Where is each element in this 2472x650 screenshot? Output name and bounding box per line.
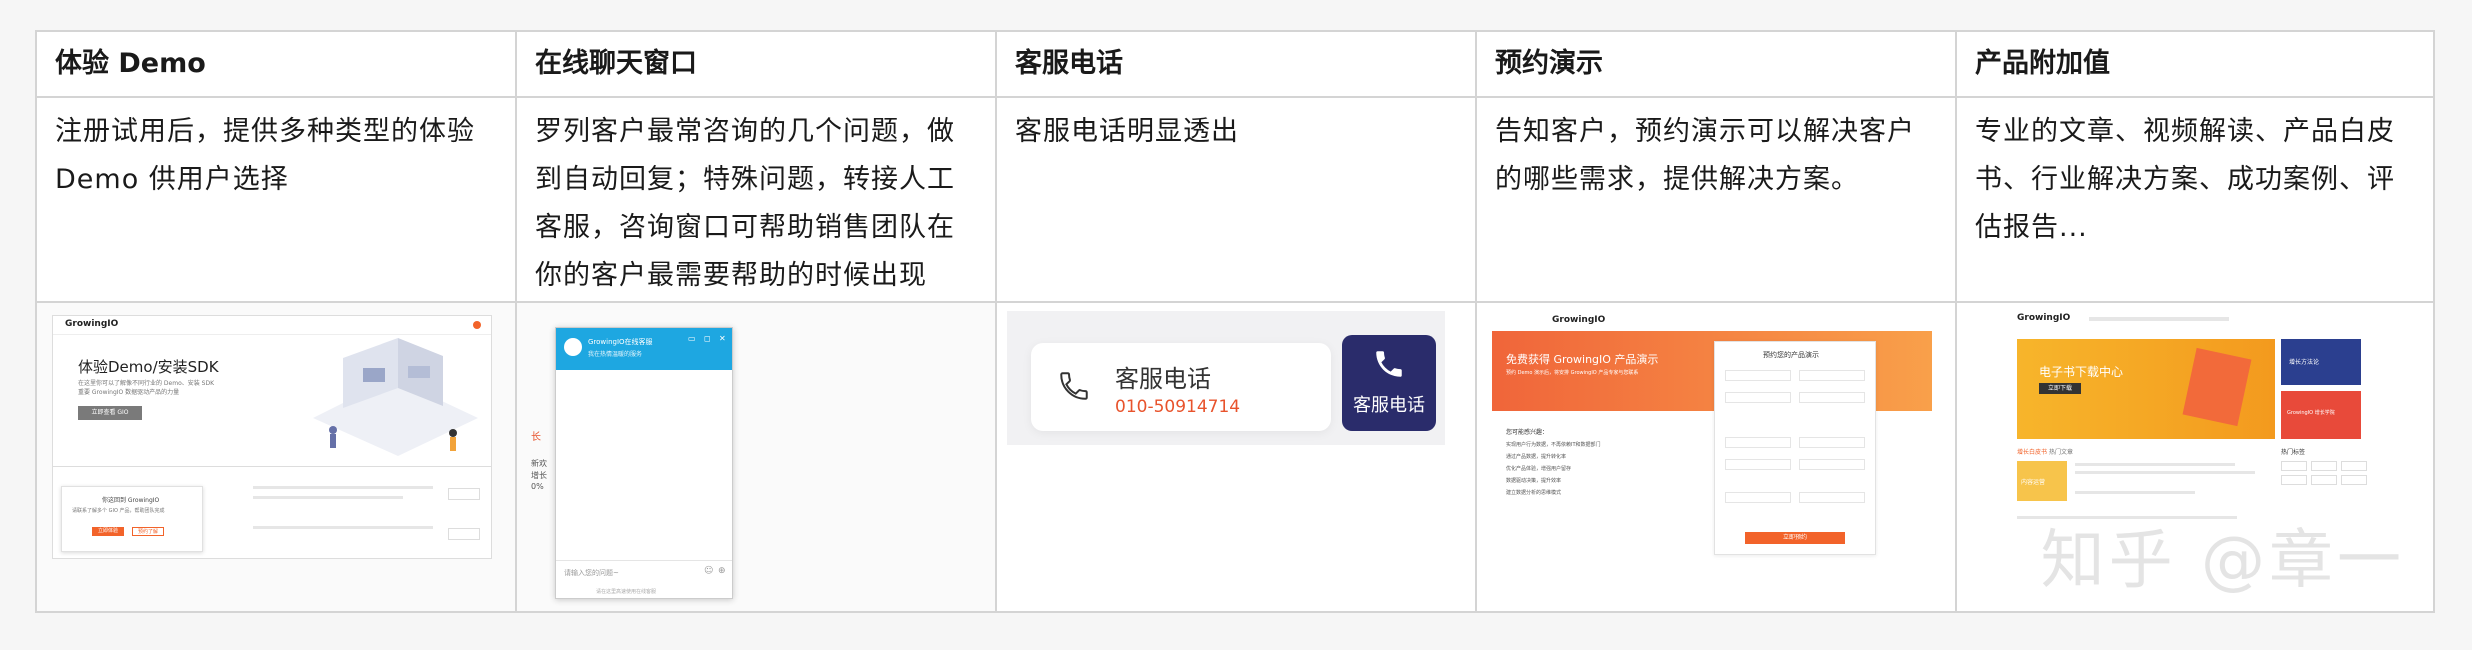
popup-text: 请联系了解多个 GIO 产品，帮助团队完成: [72, 508, 165, 514]
emoji-icon[interactable]: ☺: [704, 566, 713, 576]
screenshot-hotline: 客服电话 010-50914714 客服电话: [997, 303, 1477, 611]
resource-page-mock: GrowingIO 电子书下载中心 立即下载 增长方法论 GrowingIO 增…: [1969, 311, 2419, 541]
desc-hotline: 客服电话明显透出: [997, 98, 1477, 303]
hotline-number: 010-50914714: [1115, 397, 1241, 417]
chat-expand-icon[interactable]: ◻: [704, 334, 711, 343]
ebook-download-button[interactable]: 立即下载: [2039, 383, 2081, 394]
desc-demo: 注册试用后，提供多种类型的体验 Demo 供用户选择: [37, 98, 517, 303]
interest-item: 建立数据分析的思维模式: [1506, 490, 1562, 496]
tag-chip[interactable]: [2311, 461, 2337, 471]
tag-chip[interactable]: [2281, 475, 2307, 485]
popup-title: 你这回到 GrowingIO: [102, 497, 160, 504]
side-text-1: 新欢: [531, 459, 547, 468]
chat-close-icon[interactable]: ✕: [719, 334, 726, 343]
tab-hot-articles[interactable]: 热门文章: [2049, 447, 2073, 456]
form-field[interactable]: [1725, 492, 1791, 503]
ebook-banner-title: 电子书下载中心: [2039, 365, 2124, 379]
user-avatar-icon: [473, 321, 481, 329]
zhihu-watermark: 知乎 @章一: [2040, 524, 2405, 598]
form-field[interactable]: [1799, 492, 1865, 503]
form-field[interactable]: [1725, 370, 1791, 381]
chat-minimize-icon[interactable]: ▭: [688, 334, 696, 343]
chat-window: GrowingIO在线客服 我在热情温暖的服务 ▭ ◻ ✕ 请输入您的问题~ ☺…: [555, 327, 733, 599]
form-submit-button[interactable]: 立即预约: [1745, 532, 1845, 544]
screenshot-value-add: GrowingIO 电子书下载中心 立即下载 增长方法论 GrowingIO 增…: [1957, 303, 2433, 611]
hotline-card[interactable]: 客服电话 010-50914714: [1031, 343, 1331, 431]
attach-icon[interactable]: ⊕: [718, 566, 726, 576]
form-field[interactable]: [1799, 459, 1865, 470]
agent-avatar: [564, 338, 582, 356]
demo-heading: 体验Demo/安装SDK: [78, 358, 219, 376]
side-text-2: 增长: [531, 471, 547, 480]
side-char: 长: [531, 432, 541, 443]
article-thumb-label: 内容运营: [2021, 479, 2046, 486]
side-banner-2-text: GrowingIO 增长学院: [2287, 410, 2335, 416]
demo-popup: 你这回到 GrowingIO 请联系了解多个 GIO 产品，帮助团队完成 立即体…: [61, 486, 203, 552]
tag-chip[interactable]: [2281, 461, 2307, 471]
interest-item: 实现用户行为数据，不再依赖IT和数据部门: [1506, 442, 1601, 448]
comparison-table: 体验 Demo 在线聊天窗口 客服电话 预约演示 产品附加值 注册试用后，提供多…: [35, 30, 2435, 613]
demo-page-mock: GrowingIO 体验Demo/安装SDK 在这里你可以了解像不同行业的 De…: [52, 315, 492, 559]
header-hotline: 客服电话: [997, 32, 1477, 98]
screenshot-live-chat: 长 新欢 增长 0% GrowingIO在线客服 我在热情温暖的服务 ▭ ◻ ✕…: [517, 303, 997, 611]
phone-solid-icon: [1376, 351, 1402, 377]
booking-banner-title: 免费获得 GrowingIO 产品演示: [1506, 353, 1659, 366]
form-field[interactable]: [1725, 392, 1791, 403]
resource-logo: GrowingIO: [2017, 313, 2071, 323]
booking-logo: GrowingIO: [1552, 315, 1606, 325]
header-booking: 预约演示: [1477, 32, 1957, 98]
form-field[interactable]: [1799, 437, 1865, 448]
desc-booking: 告知客户，预约演示可以解决客户的哪些需求，提供解决方案。: [1477, 98, 1957, 303]
popup-book-button[interactable]: 预约了解: [132, 527, 164, 536]
hotline-label: 客服电话: [1115, 365, 1211, 393]
demo-sub-2: 重要 GrowingIO 数据驱动产品的力量: [78, 389, 180, 396]
form-title: 预约您的产品演示: [1763, 351, 1819, 359]
hotline-badge-label: 客服电话: [1353, 395, 1425, 416]
booking-banner-sub: 预约 Demo 演示后，将安排 GrowingIO 产品专家与您联系: [1506, 370, 1639, 376]
demo-logo: GrowingIO: [65, 319, 119, 329]
form-field[interactable]: [1725, 459, 1791, 470]
phone-icon: [1060, 372, 1088, 400]
header-live-chat: 在线聊天窗口: [517, 32, 997, 98]
booking-page-mock: GrowingIO 免费获得 GrowingIO 产品演示 预约 Demo 演示…: [1492, 313, 1942, 561]
screenshot-demo: GrowingIO 体验Demo/安装SDK 在这里你可以了解像不同行业的 De…: [37, 303, 517, 611]
tag-chip[interactable]: [2341, 461, 2367, 471]
chat-footer: 请在这里高速使用在线客服: [596, 589, 657, 595]
header-demo: 体验 Demo: [37, 32, 517, 98]
header-value-add: 产品附加值: [1957, 32, 2433, 98]
booking-form: 预约您的产品演示 立即预约: [1714, 341, 1876, 555]
form-field[interactable]: [1725, 437, 1791, 448]
hotline-badge[interactable]: 客服电话: [1342, 335, 1436, 431]
side-banner-1-text: 增长方法论: [2289, 359, 2320, 366]
chat-title: GrowingIO在线客服: [588, 338, 653, 346]
demo-cta-button[interactable]: 立即查看 GIO: [78, 406, 142, 420]
form-field[interactable]: [1799, 392, 1865, 403]
form-field[interactable]: [1799, 370, 1865, 381]
popup-try-button[interactable]: 立即体验: [92, 527, 124, 536]
hot-tags-title: 热门标签: [2281, 449, 2306, 456]
chat-input[interactable]: 请输入您的问题~: [564, 568, 619, 578]
chat-subtitle: 我在热情温暖的服务: [588, 351, 643, 358]
screenshot-booking: GrowingIO 免费获得 GrowingIO 产品演示 预约 Demo 演示…: [1477, 303, 1957, 611]
demo-sub-1: 在这里你可以了解像不同行业的 Demo、安装 SDK: [78, 380, 215, 387]
interest-item: 数据驱动决策，提升效率: [1506, 478, 1562, 484]
interest-item: 通过产品数据，提升转化率: [1506, 454, 1567, 460]
desc-live-chat: 罗列客户最常咨询的几个问题，做到自动回复；特殊问题，转接人工客服，咨询窗口可帮助…: [517, 98, 997, 303]
tab-whitepaper[interactable]: 增长白皮书: [2017, 447, 2047, 456]
side-text-3: 0%: [531, 482, 544, 491]
tag-chip[interactable]: [2311, 475, 2337, 485]
interest-item: 优化产品体验，增强用户留存: [1506, 466, 1572, 472]
desc-value-add: 专业的文章、视频解读、产品白皮书、行业解决方案、成功案例、评估报告...: [1957, 98, 2433, 303]
isometric-illustration: [313, 338, 478, 456]
interest-title: 您可能感兴趣：: [1506, 429, 1549, 436]
tag-chip[interactable]: [2341, 475, 2367, 485]
